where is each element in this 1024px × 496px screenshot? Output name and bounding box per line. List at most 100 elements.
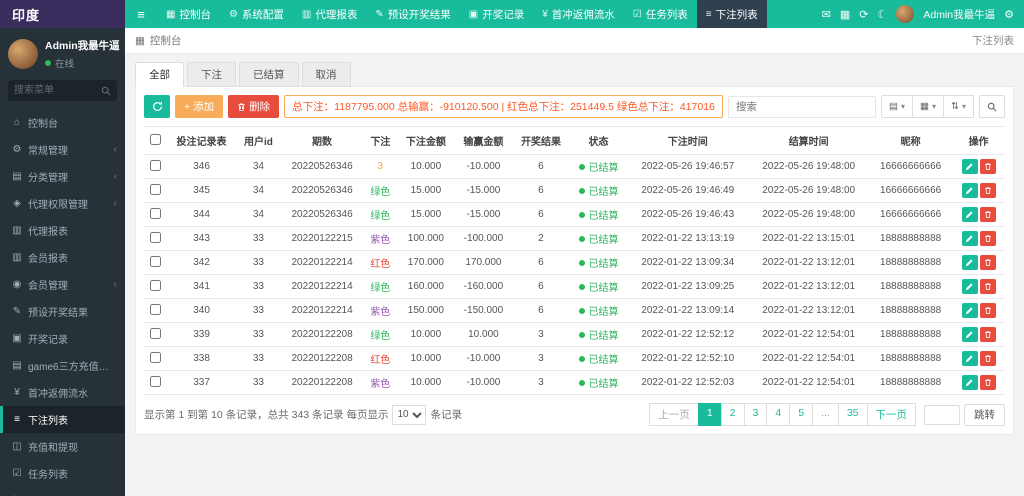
- row-delete-button[interactable]: [979, 279, 996, 294]
- column-header[interactable]: 下注: [363, 126, 398, 155]
- mail-icon[interactable]: ✉: [822, 8, 831, 21]
- column-header[interactable]: 状态: [569, 126, 628, 155]
- column-header[interactable]: 昵称: [869, 126, 953, 155]
- row-edit-button[interactable]: [961, 327, 978, 342]
- row-checkbox[interactable]: [149, 303, 161, 315]
- refresh-button[interactable]: [144, 95, 170, 118]
- sidebar-item[interactable]: ◈ 代理权限管理 ‹: [0, 190, 125, 217]
- prev-page-button[interactable]: 上一页: [649, 403, 699, 426]
- row-delete-button[interactable]: [979, 207, 996, 222]
- menu-toggle-icon[interactable]: ≡: [125, 0, 157, 28]
- row-edit-button[interactable]: [961, 207, 978, 222]
- sidebar-item[interactable]: ◉ 会员管理 ‹: [0, 271, 125, 298]
- column-header[interactable]: 期数: [280, 126, 364, 155]
- page-button[interactable]: 5: [789, 403, 814, 426]
- breadcrumb-home[interactable]: 控制台: [150, 33, 182, 48]
- sidebar-item[interactable]: ⚑通知: [0, 487, 125, 496]
- header-user-name[interactable]: Admin我最牛逼: [923, 7, 995, 22]
- row-edit-button[interactable]: [961, 255, 978, 270]
- row-edit-button[interactable]: [961, 231, 978, 246]
- sidebar-item[interactable]: ▥ 代理报表: [0, 217, 125, 244]
- page-button[interactable]: 3: [743, 403, 768, 426]
- row-delete-button[interactable]: [979, 327, 996, 342]
- sidebar-search-input[interactable]: [14, 80, 101, 101]
- row-delete-button[interactable]: [979, 159, 996, 174]
- table-search-button[interactable]: [979, 95, 1005, 118]
- row-edit-button[interactable]: [961, 303, 978, 318]
- page-button[interactable]: 1: [697, 403, 722, 426]
- gear-icon[interactable]: ⚙: [1004, 8, 1014, 21]
- row-delete-button[interactable]: [979, 183, 996, 198]
- row-checkbox[interactable]: [149, 279, 161, 291]
- column-header[interactable]: 下注金额: [397, 126, 455, 155]
- sidebar-item[interactable]: ▤ game6三方充值订单: [0, 352, 125, 379]
- avatar[interactable]: [896, 5, 915, 23]
- filter-tab[interactable]: 下注: [187, 62, 236, 87]
- top-nav-item[interactable]: ⚙ 系统配置: [220, 0, 293, 28]
- select-all-checkbox[interactable]: [149, 133, 161, 145]
- row-checkbox[interactable]: [149, 255, 161, 267]
- top-nav-item[interactable]: ▣ 开奖记录: [460, 0, 533, 28]
- page-size-select[interactable]: 10: [392, 404, 427, 425]
- column-header[interactable]: 操作: [952, 126, 1005, 155]
- brand-logo[interactable]: 印度: [0, 0, 125, 28]
- page-button[interactable]: 4: [766, 403, 791, 426]
- sidebar-item[interactable]: ✎ 预设开奖结果: [0, 298, 125, 325]
- top-nav-item[interactable]: ≡ 下注列表: [696, 0, 767, 28]
- row-checkbox[interactable]: [149, 231, 161, 243]
- jump-page-input[interactable]: [924, 404, 960, 425]
- top-nav-item[interactable]: ▦ 控制台: [157, 0, 220, 28]
- filter-tab[interactable]: 全部: [135, 62, 184, 87]
- row-edit-button[interactable]: [961, 375, 978, 390]
- row-checkbox[interactable]: [149, 159, 161, 171]
- sidebar-item[interactable]: ⌂ 控制台: [0, 109, 125, 136]
- refresh-icon[interactable]: ⟳: [859, 8, 868, 21]
- row-delete-button[interactable]: [979, 231, 996, 246]
- add-button[interactable]: + 添加: [175, 95, 224, 118]
- top-nav-item[interactable]: ☑ 任务列表: [624, 0, 697, 28]
- sidebar-item[interactable]: ◫ 充值和提现: [0, 433, 125, 460]
- search-icon[interactable]: [101, 86, 111, 96]
- table-search-input[interactable]: [728, 95, 877, 118]
- column-header[interactable]: 下注时间: [627, 126, 749, 155]
- filter-tab[interactable]: 已结算: [239, 62, 299, 87]
- page-button[interactable]: 35: [837, 403, 868, 426]
- row-delete-button[interactable]: [979, 255, 996, 270]
- column-header[interactable]: 用户id: [236, 126, 281, 155]
- top-nav-item[interactable]: ✎ 预设开奖结果: [366, 0, 459, 28]
- row-edit-button[interactable]: [961, 279, 978, 294]
- page-button[interactable]: 2: [720, 403, 745, 426]
- sidebar-item[interactable]: ⚙ 常规管理 ‹: [0, 136, 125, 163]
- profile-avatar[interactable]: [8, 39, 38, 69]
- sidebar-item[interactable]: ≡ 下注列表: [0, 406, 125, 433]
- top-nav-item[interactable]: ¥ 首冲返佣流水: [533, 0, 624, 28]
- column-header[interactable]: 结算时间: [748, 126, 870, 155]
- moon-icon[interactable]: ☾: [877, 8, 887, 21]
- row-delete-button[interactable]: [979, 375, 996, 390]
- column-header[interactable]: 投注记录表: [166, 126, 237, 155]
- top-nav-item[interactable]: ▥ 代理报表: [293, 0, 366, 28]
- jump-button[interactable]: 跳转: [964, 403, 1005, 426]
- row-checkbox[interactable]: [149, 351, 161, 363]
- filter-tab[interactable]: 取消: [301, 62, 351, 87]
- paging-toggle-button[interactable]: ▤ ▾: [881, 95, 914, 118]
- columns-button[interactable]: ▦ ▾: [912, 95, 945, 118]
- sidebar-item[interactable]: ☑ 任务列表: [0, 460, 125, 487]
- sidebar-item[interactable]: ¥ 首冲返佣流水: [0, 379, 125, 406]
- row-checkbox[interactable]: [149, 183, 161, 195]
- row-edit-button[interactable]: [961, 183, 978, 198]
- sidebar-item[interactable]: ▥ 会员报表: [0, 244, 125, 271]
- column-header[interactable]: 开奖结果: [512, 126, 570, 155]
- row-edit-button[interactable]: [961, 351, 978, 366]
- row-delete-button[interactable]: [979, 351, 996, 366]
- export-button[interactable]: ⇅ ▾: [943, 95, 974, 118]
- row-delete-button[interactable]: [979, 303, 996, 318]
- sidebar-item[interactable]: ▤ 分类管理 ‹: [0, 163, 125, 190]
- column-header[interactable]: 输赢金额: [454, 126, 513, 155]
- delete-button[interactable]: 删除: [228, 95, 280, 118]
- grid-icon[interactable]: ▦: [840, 8, 850, 21]
- row-checkbox[interactable]: [149, 207, 161, 219]
- row-edit-button[interactable]: [961, 159, 978, 174]
- sidebar-item[interactable]: ▣ 开奖记录: [0, 325, 125, 352]
- row-checkbox[interactable]: [149, 375, 161, 387]
